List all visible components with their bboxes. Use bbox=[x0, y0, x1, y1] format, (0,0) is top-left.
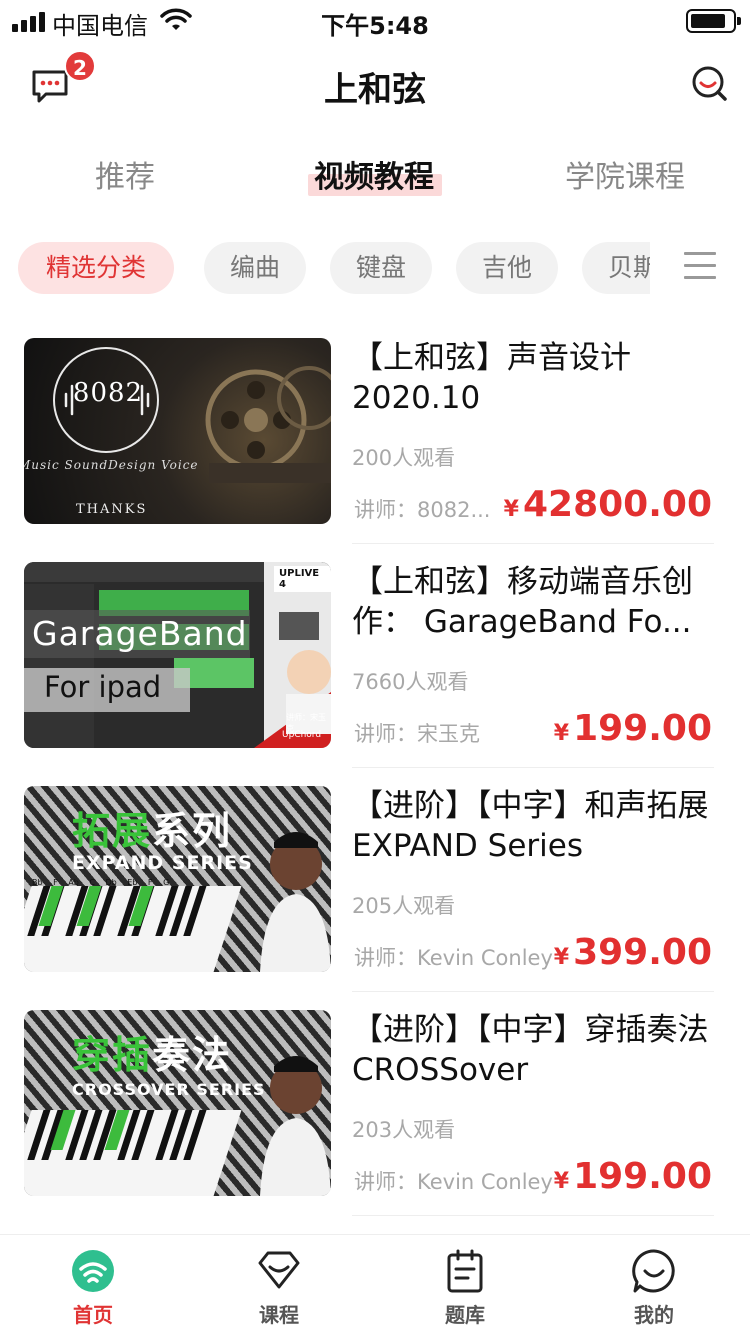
course-thumbnail: GarageBand For ipad UPLIVE 4 讲师：宋玉克 UpCh… bbox=[24, 562, 331, 748]
course-views: 200人观看 bbox=[352, 446, 456, 470]
course-views: 205人观看 bbox=[352, 894, 456, 918]
tabbar-courses[interactable]: 课程 bbox=[219, 1249, 339, 1328]
thumb-logo: 8082 bbox=[72, 378, 144, 408]
thumb-headline: 穿插奏法 bbox=[72, 1033, 233, 1077]
tab-recommend[interactable]: 推荐 bbox=[95, 152, 155, 196]
course-teacher: 讲师：Kevin Conley bbox=[354, 946, 553, 970]
course-icon bbox=[258, 1251, 300, 1289]
course-views: 7660人观看 bbox=[352, 670, 469, 694]
course-price: ¥399.00 bbox=[553, 932, 712, 973]
bottom-tab-bar: 首页 课程 题库 我的 bbox=[0, 1234, 750, 1334]
chip-keyboard[interactable]: 键盘 bbox=[330, 242, 432, 294]
status-bar: 中国电信 下午5:48 bbox=[0, 0, 750, 40]
profile-icon bbox=[632, 1249, 675, 1293]
course-thumbnail: 8082 Music SoundDesign Voice THANKS bbox=[24, 338, 331, 524]
home-icon bbox=[72, 1250, 114, 1292]
course-price: ¥199.00 bbox=[553, 708, 712, 749]
course-card[interactable]: 穿插奏法 CROSSOVER SERIES 【进阶】【中字】穿插奏法 CROSS… bbox=[24, 1010, 714, 1197]
tabbar-home[interactable]: 首页 bbox=[33, 1249, 153, 1328]
thumb-chord-labels: Bb F Ab C Db Eb F G bbox=[32, 878, 170, 887]
course-title: 【进阶】【中字】穿插奏法 CROSSover bbox=[352, 1012, 709, 1088]
tabbar-label: 题库 bbox=[445, 1303, 485, 1327]
thumb-series: CROSSOVER SERIES bbox=[72, 1080, 266, 1099]
chip-guitar[interactable]: 吉他 bbox=[456, 242, 558, 294]
film-reel-icon bbox=[53, 347, 331, 483]
chip-featured[interactable]: 精选分类 bbox=[18, 242, 174, 294]
thumb-footer: THANKS bbox=[76, 502, 148, 517]
page-title: 上和弦 bbox=[324, 70, 426, 110]
thumb-line1: GarageBand bbox=[32, 614, 248, 653]
thumb-headline: 拓展系列 bbox=[72, 809, 233, 853]
chips-scroll[interactable]: 精选分类 编曲 键盘 吉他 贝斯 bbox=[0, 240, 650, 296]
tabbar-profile[interactable]: 我的 bbox=[594, 1249, 714, 1328]
course-views: 203人观看 bbox=[352, 1118, 456, 1142]
divider bbox=[352, 1215, 714, 1216]
thumb-subtitle: Music SoundDesign Voice bbox=[24, 458, 199, 472]
thumb-brand: UpChord bbox=[282, 730, 322, 740]
course-price: ¥199.00 bbox=[553, 1156, 712, 1197]
course-title: 【上和弦】声音设计 2020.10 bbox=[352, 340, 631, 416]
course-price: ¥42800.00 bbox=[503, 484, 712, 525]
tab-academy-courses[interactable]: 学院课程 bbox=[565, 152, 685, 196]
course-thumbnail: 拓展系列 EXPAND SERIES Bb F Ab C Db Eb F G bbox=[24, 786, 331, 972]
top-tabs: 推荐 视频教程 学院课程 bbox=[0, 140, 750, 210]
battery-icon bbox=[686, 9, 741, 33]
divider bbox=[352, 991, 714, 992]
clock: 下午5:48 bbox=[321, 12, 429, 40]
thumb-line2: For ipad bbox=[44, 670, 162, 704]
tabbar-label: 课程 bbox=[259, 1303, 299, 1327]
chip-arrangement[interactable]: 编曲 bbox=[204, 242, 306, 294]
course-teacher: 讲师：8082... bbox=[354, 498, 491, 522]
thumb-tag: UPLIVE 4 bbox=[274, 566, 331, 592]
tabbar-label: 首页 bbox=[73, 1303, 113, 1327]
tabbar-label: 我的 bbox=[634, 1303, 674, 1327]
course-card[interactable]: GarageBand For ipad UPLIVE 4 讲师：宋玉克 UpCh… bbox=[24, 562, 714, 749]
category-chips: 精选分类 编曲 键盘 吉他 贝斯 bbox=[0, 240, 750, 296]
divider bbox=[352, 767, 714, 768]
course-thumbnail: 穿插奏法 CROSSOVER SERIES bbox=[24, 1010, 331, 1196]
search-icon[interactable] bbox=[690, 64, 730, 104]
nav-bar: 2 上和弦 bbox=[0, 40, 750, 130]
question-bank-icon bbox=[447, 1249, 483, 1293]
tab-video-tutorials[interactable]: 视频教程 bbox=[314, 152, 434, 196]
course-title: 【上和弦】移动端音乐创作： GarageBand Fo... bbox=[352, 564, 693, 640]
menu-icon[interactable] bbox=[684, 252, 716, 282]
course-teacher: 讲师：宋玉克 bbox=[354, 722, 480, 746]
course-title: 【进阶】【中字】和声拓展 EXPAND Series bbox=[352, 788, 709, 864]
chip-bass[interactable]: 贝斯 bbox=[582, 242, 650, 294]
tabbar-question-bank[interactable]: 题库 bbox=[405, 1249, 525, 1328]
course-card[interactable]: 拓展系列 EXPAND SERIES Bb F Ab C Db Eb F G 【… bbox=[24, 786, 714, 973]
thumb-series: EXPAND SERIES bbox=[72, 852, 253, 874]
course-card[interactable]: 8082 Music SoundDesign Voice THANKS 【上和弦… bbox=[24, 338, 714, 525]
course-teacher: 讲师：Kevin Conley bbox=[354, 1170, 553, 1194]
divider bbox=[352, 543, 714, 544]
